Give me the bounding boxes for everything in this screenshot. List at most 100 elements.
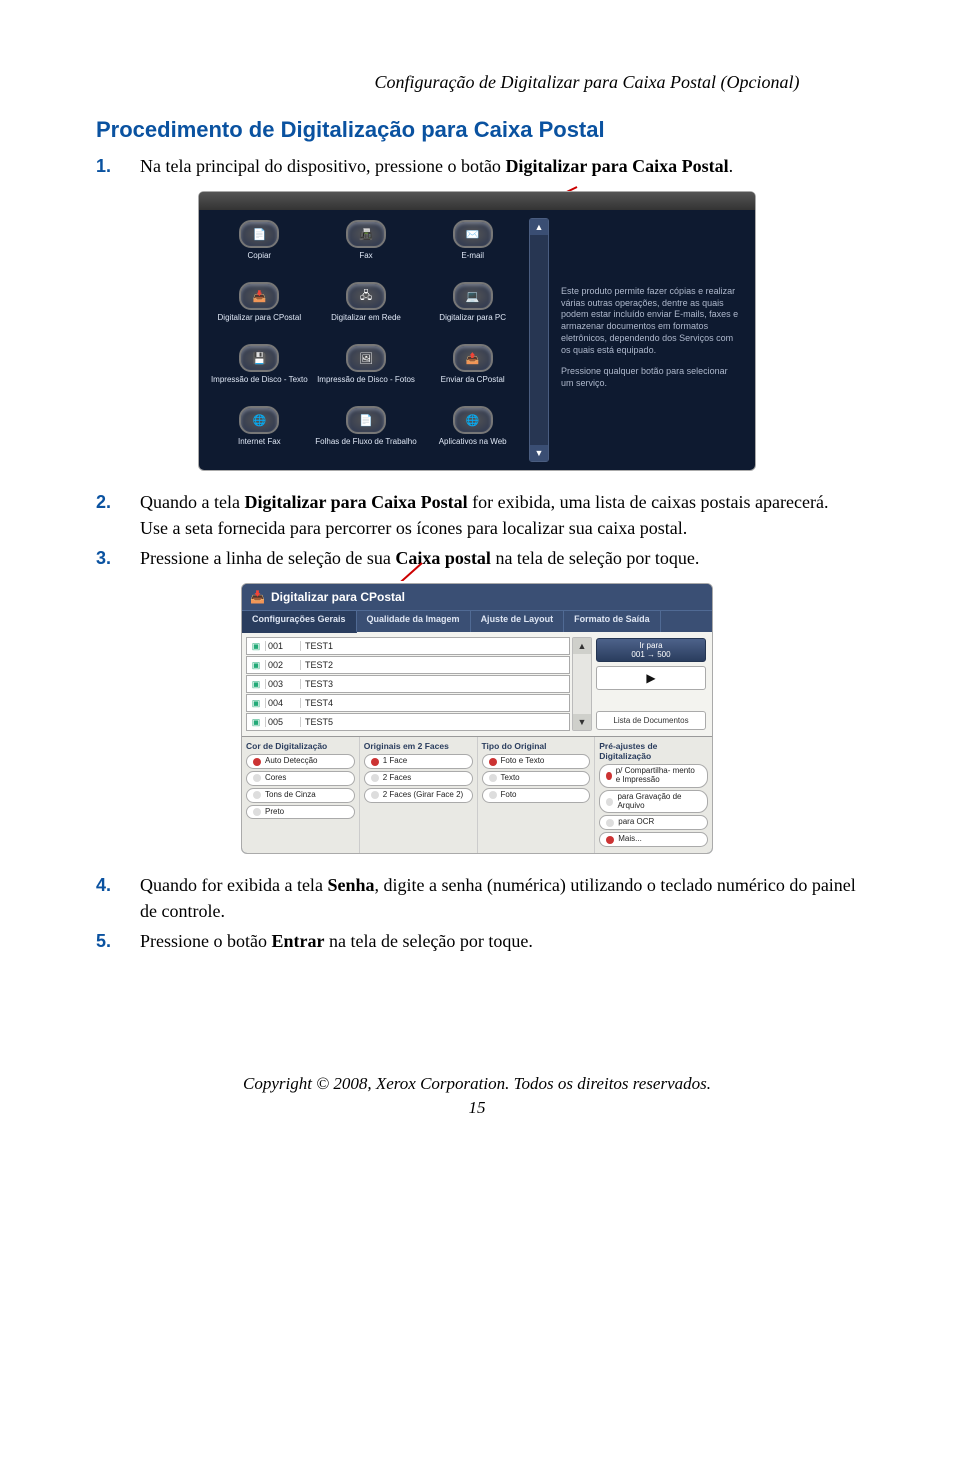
col-originais-2-faces: Originais em 2 Faces 1 Face 2 Faces 2 Fa… bbox=[360, 737, 478, 853]
tile-label: Enviar da CPostal bbox=[420, 376, 525, 394]
service-grid: 📄Copiar 📠Fax ✉️ E-mail 📥Digitalizar para … bbox=[207, 218, 529, 462]
opt-label: Foto e Texto bbox=[501, 757, 545, 766]
tab-strip: Configurações Gerais Qualidade da Imagem… bbox=[242, 610, 712, 632]
opt-auto-deteccao[interactable]: Auto Detecção bbox=[246, 754, 355, 769]
step-1-text-pre: Na tela principal do dispositivo, pressi… bbox=[140, 156, 505, 176]
opt-mais[interactable]: Mais... bbox=[599, 832, 708, 847]
opt-texto[interactable]: Texto bbox=[482, 771, 591, 786]
col-pre-ajustes: Pré-ajustes de Digitalização p/ Comparti… bbox=[595, 737, 712, 853]
section-title: Procedimento de Digitalização para Caixa… bbox=[96, 117, 858, 143]
mailbox-list: ▣001TEST1 ▣002TEST2 ▣003TEST3 ▣004TEST4 … bbox=[246, 636, 570, 732]
scroll-up-icon[interactable]: ▲ bbox=[573, 638, 591, 654]
next-button[interactable]: ▶ bbox=[596, 666, 706, 690]
tile-fax[interactable]: 📠Fax bbox=[314, 218, 419, 276]
opt-label: Preto bbox=[265, 808, 284, 817]
opt-cores[interactable]: Cores bbox=[246, 771, 355, 786]
page-number: 15 bbox=[96, 1098, 858, 1118]
opt-label: Tons de Cinza bbox=[265, 791, 316, 800]
goto-line1: Ir para bbox=[599, 641, 703, 650]
mailbox-side-panel: Ir para 001 → 500 ▶ Lista de Documentos bbox=[594, 636, 708, 732]
device-titlebar bbox=[199, 192, 755, 210]
step-4-pre: Quando for exibida a tela bbox=[140, 875, 327, 895]
disk-print-text-icon: 💾 bbox=[239, 344, 279, 372]
fax-icon: 📠 bbox=[346, 220, 386, 248]
tile-copiar[interactable]: 📄Copiar bbox=[207, 218, 312, 276]
step-list-2: Quando a tela Digitalizar para Caixa Pos… bbox=[96, 489, 858, 571]
tile-digitalizar-cpostal[interactable]: 📥Digitalizar para CPostal bbox=[207, 280, 312, 338]
opt-label: 2 Faces (Girar Face 2) bbox=[383, 791, 463, 800]
mailbox-row[interactable]: ▣002TEST2 bbox=[246, 656, 570, 674]
tab-ajuste-layout[interactable]: Ajuste de Layout bbox=[471, 611, 565, 632]
opt-compart-impressao[interactable]: p/ Compartilha- mento e Impressão bbox=[599, 764, 708, 788]
tile-email[interactable]: ✉️ E-mail bbox=[420, 218, 525, 276]
opt-label: p/ Compartilha- mento e Impressão bbox=[616, 767, 701, 785]
figure-2: 📥 Digitalizar para CPostal Configurações… bbox=[96, 583, 858, 854]
opt-tons-cinza[interactable]: Tons de Cinza bbox=[246, 788, 355, 803]
options-strip: Cor de Digitalização Auto Detecção Cores… bbox=[242, 736, 712, 853]
opt-label: Auto Detecção bbox=[265, 757, 317, 766]
opt-2-faces-girar[interactable]: 2 Faces (Girar Face 2) bbox=[364, 788, 473, 803]
mailbox-row[interactable]: ▣001TEST1 bbox=[246, 637, 570, 655]
col-cor-digitalizacao: Cor de Digitalização Auto Detecção Cores… bbox=[242, 737, 360, 853]
step-list: Na tela principal do dispositivo, pressi… bbox=[96, 153, 858, 179]
documents-list-button[interactable]: Lista de Documentos bbox=[596, 711, 706, 730]
tile-enviar-cpostal[interactable]: 📤Enviar da CPostal bbox=[420, 342, 525, 400]
mailbox-row[interactable]: ▣005TEST5 bbox=[246, 713, 570, 731]
opt-label: para OCR bbox=[618, 818, 654, 827]
opt-label: 1 Face bbox=[383, 757, 407, 766]
scroll-down-icon[interactable]: ▼ bbox=[573, 714, 591, 730]
col-head: Pré-ajustes de Digitalização bbox=[599, 741, 708, 761]
step-2: Quando a tela Digitalizar para Caixa Pos… bbox=[96, 489, 858, 541]
info-text-1: Este produto permite fazer cópias e real… bbox=[561, 286, 739, 356]
mailbox-name: TEST4 bbox=[300, 698, 569, 708]
opt-preto[interactable]: Preto bbox=[246, 805, 355, 820]
step-1-bold: Digitalizar para Caixa Postal bbox=[505, 156, 728, 176]
step-1: Na tela principal do dispositivo, pressi… bbox=[96, 153, 858, 179]
scroll-down-icon[interactable]: ▼ bbox=[530, 445, 548, 461]
opt-foto-texto[interactable]: Foto e Texto bbox=[482, 754, 591, 769]
tile-aplicativos-web[interactable]: 🌐 Aplicativos na Web bbox=[420, 404, 525, 462]
tile-label: E-mail bbox=[420, 252, 525, 270]
opt-ocr[interactable]: para OCR bbox=[599, 815, 708, 830]
tile-label: Aplicativos na Web bbox=[420, 438, 525, 456]
tab-qualidade-imagem[interactable]: Qualidade da Imagem bbox=[357, 611, 471, 632]
scroll-up-icon[interactable]: ▲ bbox=[530, 219, 548, 235]
opt-foto[interactable]: Foto bbox=[482, 788, 591, 803]
tile-fluxo-trabalho[interactable]: 📄Folhas de Fluxo de Trabalho bbox=[314, 404, 419, 462]
opt-2-faces[interactable]: 2 Faces bbox=[364, 771, 473, 786]
mailbox-scrollbar[interactable]: ▲ ▼ bbox=[572, 637, 592, 731]
play-icon: ▶ bbox=[646, 671, 655, 685]
email-icon: ✉️ bbox=[453, 220, 493, 248]
step-5-bold: Entrar bbox=[271, 931, 324, 951]
tab-formato-saida[interactable]: Formato de Saída bbox=[564, 611, 661, 632]
tile-internet-fax[interactable]: 🌐Internet Fax bbox=[207, 404, 312, 462]
tab-configuracoes-gerais[interactable]: Configurações Gerais bbox=[242, 611, 357, 633]
mailbox-row[interactable]: ▣003TEST3 bbox=[246, 675, 570, 693]
mailbox-icon: ▣ bbox=[247, 698, 265, 709]
tile-impressao-disco-texto[interactable]: 💾Impressão de Disco - Texto bbox=[207, 342, 312, 400]
mailbox-name: TEST1 bbox=[300, 641, 569, 651]
goto-button[interactable]: Ir para 001 → 500 bbox=[596, 638, 706, 662]
tile-impressao-disco-fotos[interactable]: 🖼Impressão de Disco - Fotos bbox=[314, 342, 419, 400]
screen-title-text: Digitalizar para CPostal bbox=[271, 590, 405, 604]
tile-label: Digitalizar em Rede bbox=[314, 314, 419, 332]
tile-label: Digitalizar para CPostal bbox=[207, 314, 312, 332]
col-head: Cor de Digitalização bbox=[246, 741, 355, 751]
goto-line2: 001 → 500 bbox=[599, 650, 703, 659]
web-apps-icon: 🌐 bbox=[453, 406, 493, 434]
service-scrollbar[interactable]: ▲ ▼ bbox=[529, 218, 549, 462]
running-header: Configuração de Digitalizar para Caixa P… bbox=[96, 72, 858, 93]
mailbox-name: TEST2 bbox=[300, 660, 569, 670]
info-text-2: Pressione qualquer botão para selecionar… bbox=[561, 366, 739, 389]
mailbox-row[interactable]: ▣004TEST4 bbox=[246, 694, 570, 712]
tile-digitalizar-pc[interactable]: 💻Digitalizar para PC bbox=[420, 280, 525, 338]
device-mailbox-screen: 📥 Digitalizar para CPostal Configurações… bbox=[241, 583, 713, 854]
mailbox-num: 005 bbox=[265, 717, 300, 727]
opt-gravacao-arquivo[interactable]: para Gravação de Arquivo bbox=[599, 790, 708, 814]
step-3-pre: Pressione a linha de seleção de sua bbox=[140, 548, 395, 568]
tile-digitalizar-rede[interactable]: 🖧Digitalizar em Rede bbox=[314, 280, 419, 338]
step-3: Pressione a linha de seleção de sua Caix… bbox=[96, 545, 858, 571]
opt-label: Mais... bbox=[618, 835, 642, 844]
opt-1-face[interactable]: 1 Face bbox=[364, 754, 473, 769]
opt-label: Foto bbox=[501, 791, 517, 800]
